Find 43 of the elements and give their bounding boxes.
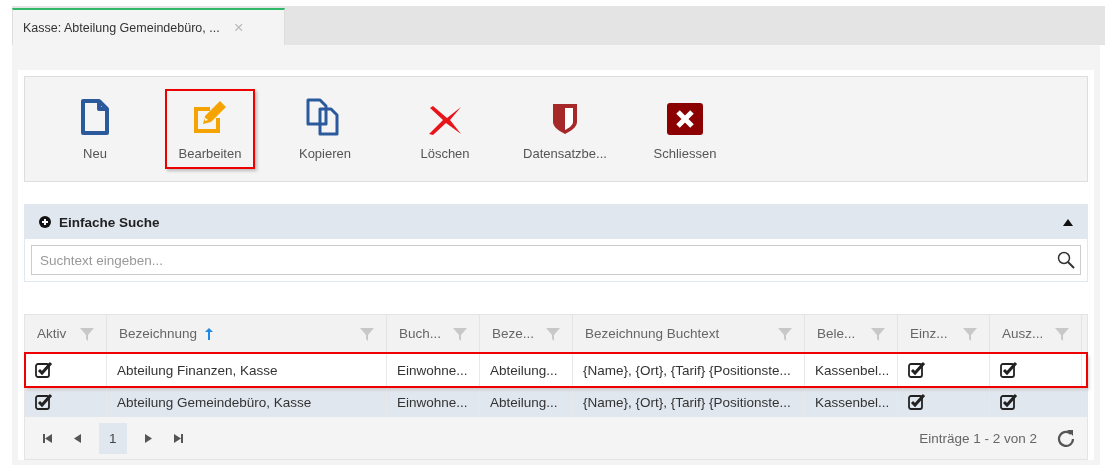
- filter-icon[interactable]: [1055, 326, 1069, 341]
- toolbar-button[interactable]: Datensatzbe...: [515, 89, 615, 169]
- sort-up-icon: [205, 327, 214, 340]
- search-panel-title: Einfache Suche: [59, 214, 160, 230]
- document-tab[interactable]: Kasse: Abteilung Gemeindebüro, ... ×: [12, 8, 285, 45]
- filter-icon[interactable]: [963, 326, 977, 341]
- close-icon: [666, 102, 704, 136]
- filter-icon[interactable]: [80, 326, 94, 341]
- edit-icon: [191, 98, 229, 136]
- toolbar-button[interactable]: Kopieren: [275, 89, 375, 169]
- table-cell: {Name}, {Ort}, {Tarif} {Positionste...: [573, 387, 805, 417]
- page-number[interactable]: 1: [99, 422, 127, 454]
- document-icon: [80, 98, 110, 136]
- table-row[interactable]: Abteilung Gemeindebüro, Kasse Einwohne... Abteilung... {Name}, {Ort}, {Tarif} {Positionste... Kassenbel...: [25, 387, 1087, 417]
- refresh-icon[interactable]: [1057, 429, 1075, 447]
- plus-circle-icon: [39, 216, 51, 228]
- toolbar-button[interactable]: Schliessen: [635, 89, 735, 169]
- table-cell: Einwohne...: [387, 387, 480, 417]
- table-row[interactable]: Abteilung Finanzen, Kasse Einwohne... Abteilung... {Name}, {Ort}, {Tarif} {Positionste... Kassenbel...: [25, 353, 1087, 387]
- filter-icon[interactable]: [871, 326, 885, 341]
- table-cell: Abteilung...: [480, 387, 573, 417]
- filter-icon[interactable]: [360, 326, 374, 341]
- table-cell: Einwohne...: [387, 353, 480, 387]
- toolbar-button[interactable]: Löschen: [395, 89, 495, 169]
- search-field[interactable]: Suchtext eingeben...: [31, 245, 1081, 275]
- cross-icon: [427, 104, 463, 136]
- toolbar-button[interactable]: Bearbeiten: [165, 89, 255, 169]
- table-cell: Abteilung Finanzen, Kasse: [107, 353, 387, 387]
- pager-summary: Einträge 1 - 2 von 2: [919, 430, 1037, 446]
- tab-title: Kasse: Abteilung Gemeindebüro, ...: [23, 20, 220, 35]
- shield-icon: [551, 102, 579, 136]
- search-icon[interactable]: [1057, 251, 1075, 269]
- table-cell: Abteilung Gemeindebüro, Kasse: [107, 387, 387, 417]
- table-cell: Abteilung...: [480, 353, 573, 387]
- search-panel-header[interactable]: Einfache Suche: [25, 205, 1087, 239]
- filter-icon[interactable]: [778, 326, 792, 341]
- table-cell: {Name}, {Ort}, {Tarif} {Positionste...: [573, 353, 805, 387]
- table-cell: Kassenbel...: [805, 353, 898, 387]
- table-cell: Kassenbel...: [805, 387, 898, 417]
- filter-icon[interactable]: [453, 326, 467, 341]
- caret-icon[interactable]: [1063, 218, 1073, 226]
- filter-icon[interactable]: [546, 326, 560, 341]
- toolbar-button[interactable]: Neu: [45, 89, 145, 169]
